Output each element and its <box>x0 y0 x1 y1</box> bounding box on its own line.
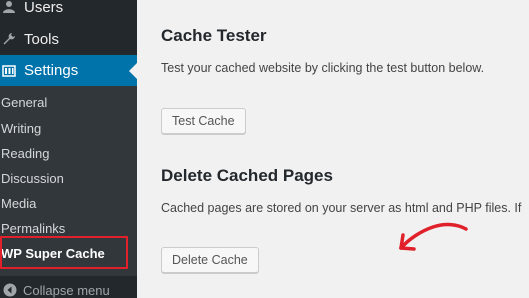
submenu-item-discussion[interactable]: Discussion <box>1 171 64 187</box>
hand-drawn-arrow-icon <box>399 222 468 251</box>
collapse-menu-button[interactable]: Collapse menu <box>0 282 137 298</box>
submenu-item-general[interactable]: General <box>1 95 47 111</box>
submenu-item-reading[interactable]: Reading <box>1 146 49 162</box>
main-content: Cache Tester Test your cached website by… <box>137 0 529 298</box>
collapse-menu-label: Collapse menu <box>23 282 110 298</box>
collapse-icon <box>3 283 17 297</box>
delete-cached-pages-description: Cached pages are stored on your server a… <box>161 201 522 215</box>
menu-label-tools: Tools <box>24 30 60 48</box>
admin-sidebar: Users Tools Settings General Writing Rea… <box>0 0 137 298</box>
wrench-icon <box>3 33 15 45</box>
menu-label-settings: Settings <box>24 62 79 79</box>
active-menu-pointer <box>129 63 137 79</box>
menu-item-users[interactable]: Users <box>0 0 137 20</box>
test-cache-button[interactable]: Test Cache <box>161 108 246 134</box>
menu-item-tools[interactable]: Tools <box>0 26 137 52</box>
cache-tester-heading: Cache Tester <box>161 26 267 45</box>
menu-item-settings[interactable]: Settings <box>0 55 137 86</box>
cache-tester-description: Test your cached website by clicking the… <box>161 61 485 75</box>
delete-cached-pages-heading: Delete Cached Pages <box>161 166 333 185</box>
submenu-item-media[interactable]: Media <box>1 196 36 212</box>
submenu-item-writing[interactable]: Writing <box>1 121 41 137</box>
menu-label-users: Users <box>24 0 64 16</box>
annotation-highlight-box <box>0 236 128 269</box>
delete-cache-button[interactable]: Delete Cache <box>161 247 259 273</box>
settings-icon <box>2 64 16 77</box>
users-icon <box>3 1 15 13</box>
submenu-item-permalinks[interactable]: Permalinks <box>1 221 65 237</box>
